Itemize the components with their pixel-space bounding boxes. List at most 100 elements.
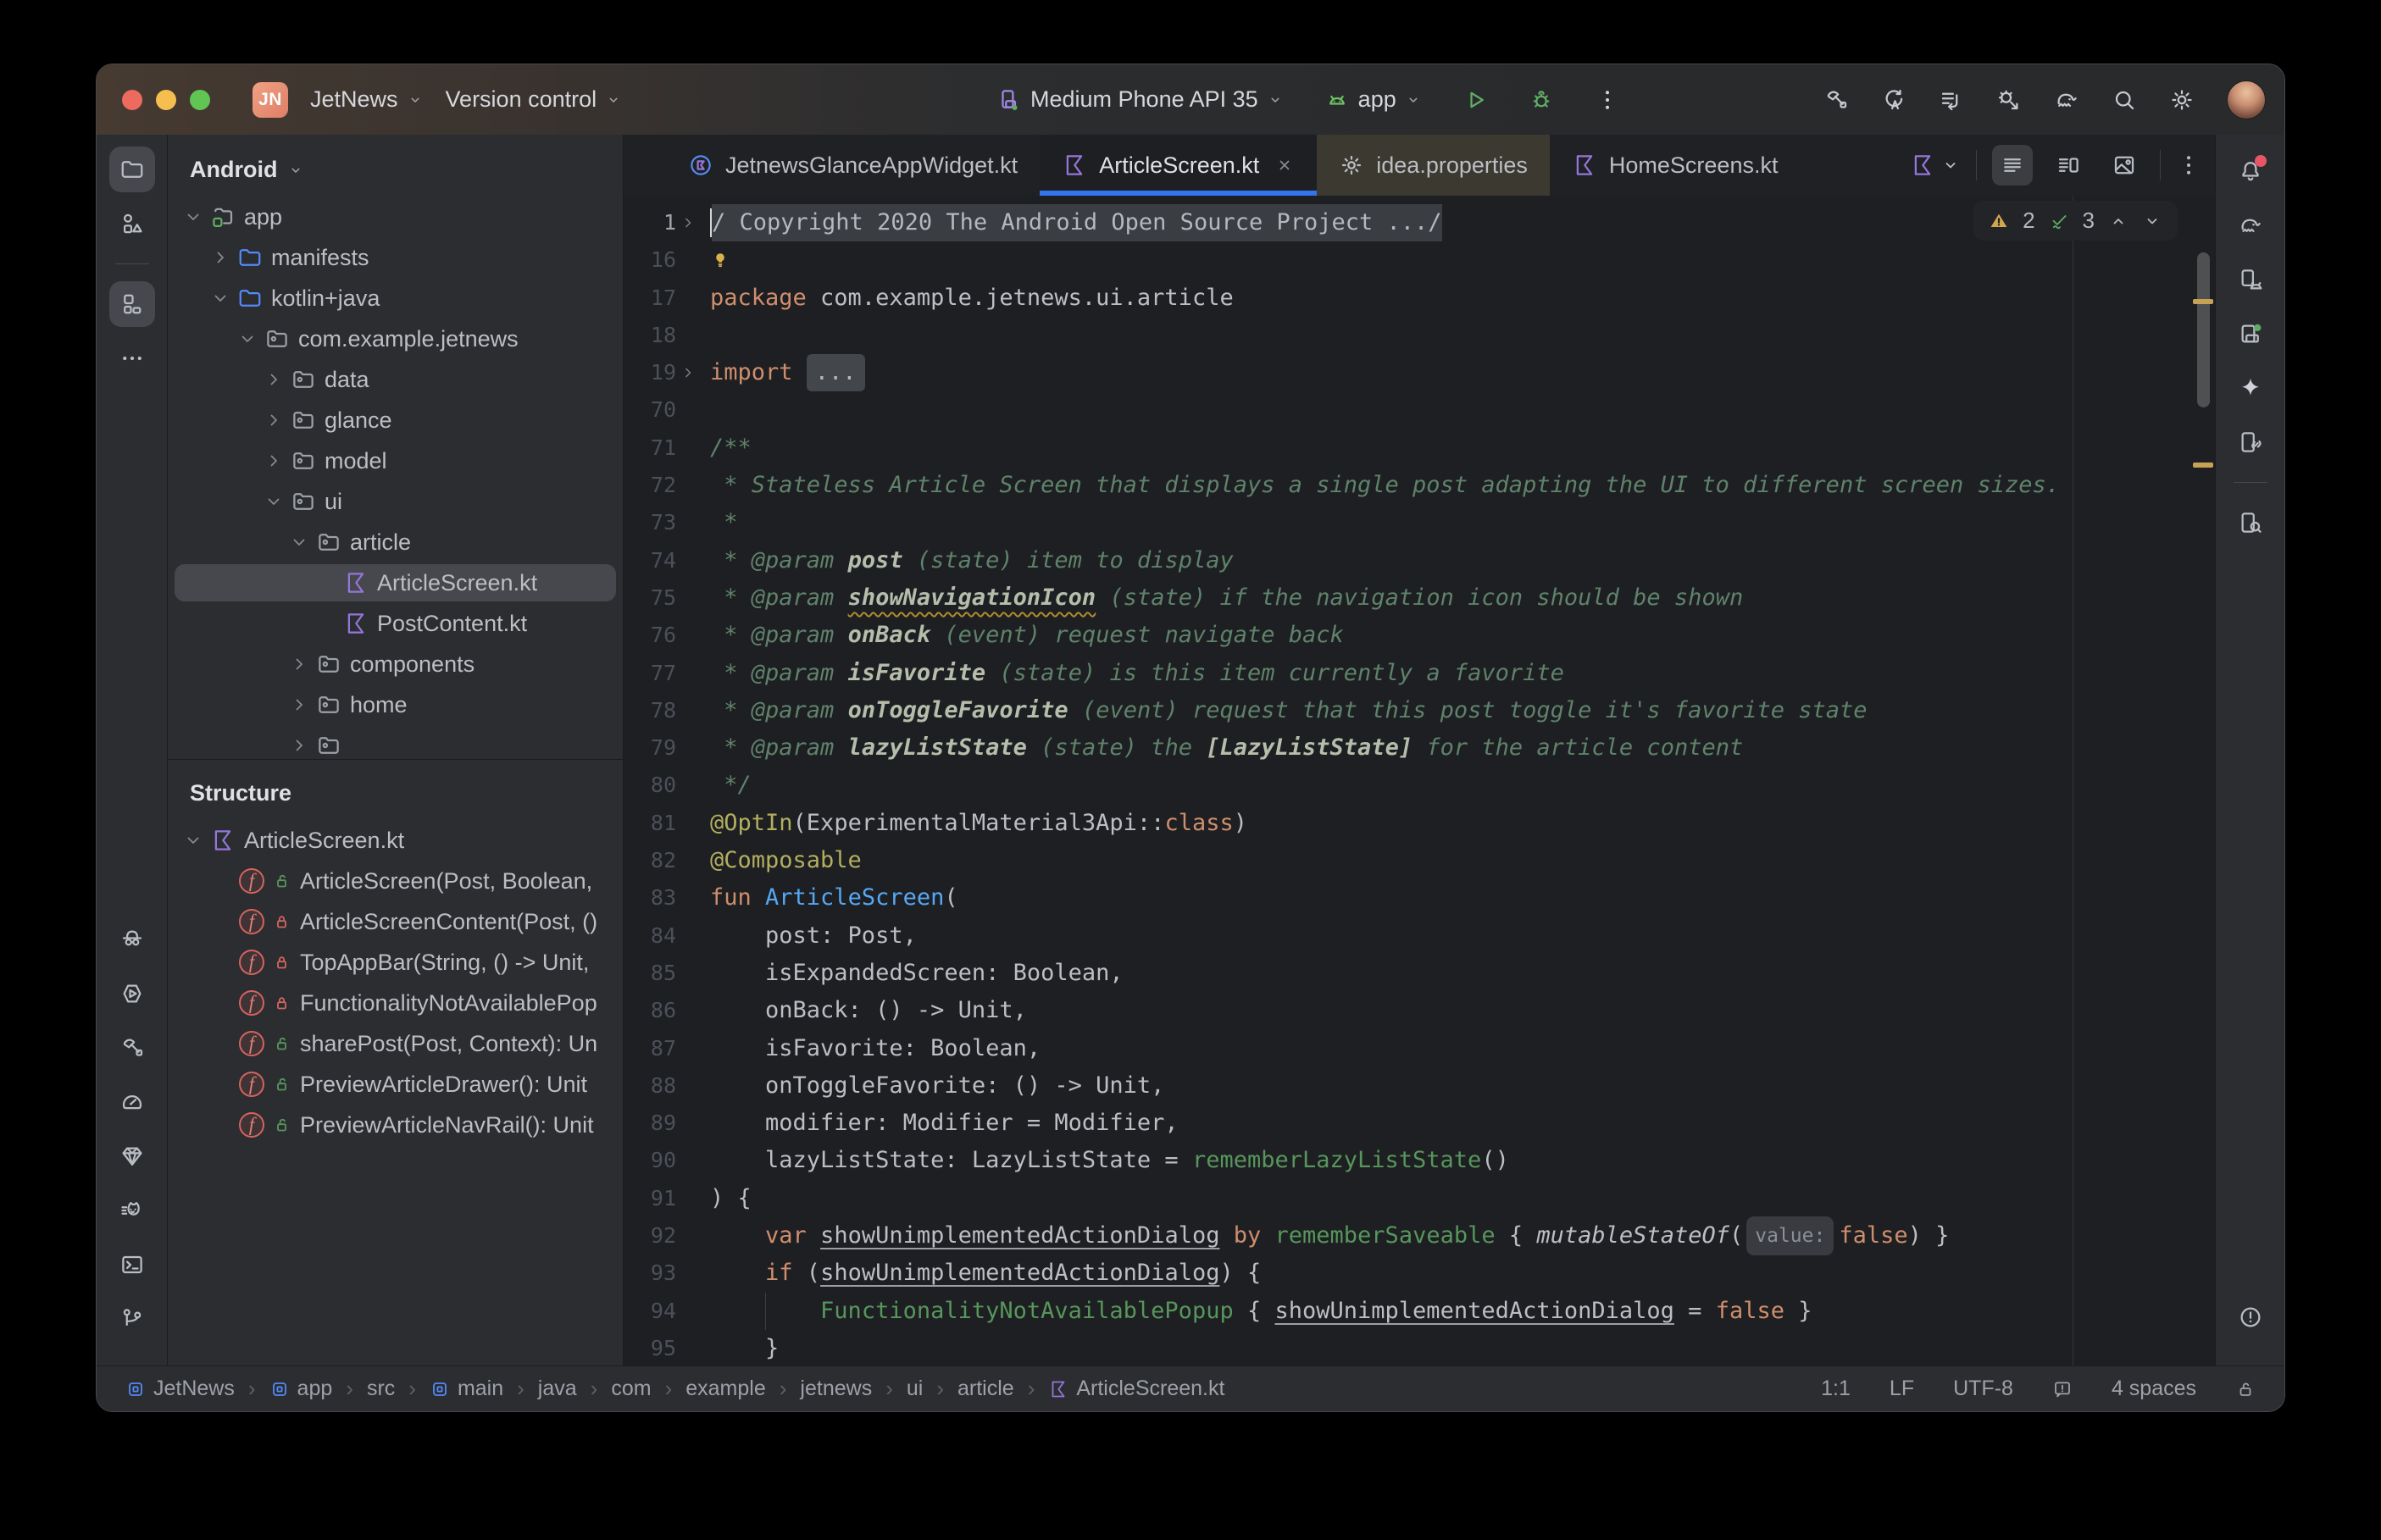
- structure-file-item[interactable]: ArticleScreen.kt: [168, 820, 623, 861]
- problems-tool-button[interactable]: [2228, 1294, 2273, 1340]
- code-view-button[interactable]: [1992, 145, 2033, 186]
- file-writable-icon[interactable]: [2235, 1379, 2256, 1399]
- editor-options-button[interactable]: [2176, 152, 2201, 178]
- project-tree-item-manifests[interactable]: manifests: [168, 237, 623, 278]
- code-line-93[interactable]: 93 if (showUnimplementedActionDialog) {: [624, 1255, 2215, 1292]
- editor-scrollbar[interactable]: [2197, 252, 2210, 407]
- warning-stripe-mark[interactable]: [2193, 299, 2213, 304]
- split-view-button[interactable]: [2048, 145, 2089, 186]
- project-tree-item-data[interactable]: data: [168, 359, 623, 400]
- code-line-78[interactable]: 78 * @param onToggleFavorite (event) req…: [624, 692, 2215, 729]
- run-tool-button[interactable]: [109, 971, 155, 1017]
- project-tree-item-home[interactable]: home: [168, 684, 623, 725]
- indent-widget[interactable]: 4 spaces: [2112, 1377, 2196, 1401]
- structure-item[interactable]: fPreviewArticleNavRail(): Unit: [168, 1105, 623, 1145]
- project-tree-item-model[interactable]: model: [168, 440, 623, 481]
- warning-stripe-mark[interactable]: [2193, 463, 2213, 468]
- profiler-tool-button[interactable]: [109, 1079, 155, 1125]
- breadcrumb-item-src[interactable]: src: [367, 1377, 395, 1401]
- breadcrumb-item-article[interactable]: article: [957, 1377, 1014, 1401]
- caret-position-widget[interactable]: 1:1: [1821, 1377, 1851, 1401]
- code-line-70[interactable]: 70: [624, 391, 2215, 429]
- search-everywhere-button[interactable]: [2112, 87, 2137, 113]
- breadcrumb-item-java[interactable]: java: [538, 1377, 577, 1401]
- code-line-72[interactable]: 72 * Stateless Article Screen that displ…: [624, 467, 2215, 504]
- build-tool-button[interactable]: [109, 1025, 155, 1071]
- breadcrumb-item-app[interactable]: app: [269, 1377, 333, 1401]
- version-control-menu[interactable]: Version control: [446, 86, 623, 113]
- device-manager-tool-button[interactable]: [2228, 257, 2273, 302]
- code-line-19[interactable]: 19import ...: [624, 354, 2215, 391]
- zoom-window-button[interactable]: [190, 90, 210, 110]
- code-line-17[interactable]: 17package com.example.jetnews.ui.article: [624, 280, 2215, 317]
- project-menu[interactable]: JetNews: [310, 86, 424, 113]
- code-line-16[interactable]: 16: [624, 241, 2215, 279]
- run-configuration-selector[interactable]: app: [1324, 86, 1422, 113]
- code-line-88[interactable]: 88 onToggleFavorite: () -> Unit,: [624, 1067, 2215, 1105]
- structure-item[interactable]: fArticleScreen(Post, Boolean,: [168, 861, 623, 901]
- code-line-83[interactable]: 83fun ArticleScreen(: [624, 879, 2215, 917]
- gradle-sync-button[interactable]: [2054, 87, 2079, 113]
- project-tree-item-com-example-jetnews[interactable]: com.example.jetnews: [168, 319, 623, 359]
- next-problem-button[interactable]: [2142, 211, 2162, 231]
- project-tree-item-kotlin-java[interactable]: kotlin+java: [168, 278, 623, 319]
- resource-manager-tool-button[interactable]: [109, 201, 155, 247]
- project-tool-button[interactable]: [109, 147, 155, 192]
- breadcrumb-item-jetnews[interactable]: JetNews: [125, 1377, 235, 1401]
- code-line-18[interactable]: 18: [624, 317, 2215, 354]
- app-inspection-tool-button[interactable]: [109, 917, 155, 962]
- code-line-74[interactable]: 74 * @param post (state) item to display: [624, 542, 2215, 579]
- run-button[interactable]: [1462, 87, 1488, 113]
- code-line-77[interactable]: 77 * @param isFavorite (state) is this i…: [624, 655, 2215, 692]
- project-tree-item-app[interactable]: app: [168, 197, 623, 237]
- code-line-84[interactable]: 84 post: Post,: [624, 917, 2215, 955]
- user-avatar[interactable]: [2227, 80, 2266, 119]
- debug-button[interactable]: [1529, 87, 1554, 113]
- breadcrumb-item-example[interactable]: example: [685, 1377, 766, 1401]
- project-tree-item-postcontent-kt[interactable]: PostContent.kt: [168, 603, 623, 644]
- code-line-75[interactable]: 75 * @param showNavigationIcon (state) i…: [624, 579, 2215, 617]
- device-mirroring-tool-button[interactable]: [2228, 419, 2273, 465]
- project-view-selector[interactable]: Android: [168, 135, 623, 197]
- settings-button[interactable]: [2169, 87, 2195, 113]
- app-quality-insights-tool-button[interactable]: [109, 1133, 155, 1179]
- project-tree-item-article[interactable]: article: [168, 522, 623, 562]
- intention-bulb-icon[interactable]: [710, 250, 730, 270]
- project-tree-item[interactable]: [168, 725, 623, 759]
- code-line-81[interactable]: 81@OptIn(ExperimentalMaterial3Api::class…: [624, 805, 2215, 842]
- code-line-91[interactable]: 91) {: [624, 1180, 2215, 1217]
- code-line-89[interactable]: 89 modifier: Modifier = Modifier,: [624, 1105, 2215, 1142]
- gradle-tool-button[interactable]: [2228, 202, 2273, 248]
- project-tree-item-components[interactable]: components: [168, 644, 623, 684]
- code-line-71[interactable]: 71/**: [624, 429, 2215, 467]
- hidden-tabs-dropdown[interactable]: [1910, 152, 1961, 178]
- code-line-80[interactable]: 80 */: [624, 767, 2215, 804]
- more-tool-windows-button[interactable]: [109, 335, 155, 381]
- structure-item[interactable]: fPreviewArticleDrawer(): Unit: [168, 1064, 623, 1105]
- tab-articlescreen-kt[interactable]: ArticleScreen.kt: [1040, 135, 1317, 196]
- project-tree-item-glance[interactable]: glance: [168, 400, 623, 440]
- structure-item[interactable]: fTopAppBar(String, () -> Unit,: [168, 942, 623, 983]
- build-button[interactable]: [1823, 87, 1849, 113]
- logcat-tool-button[interactable]: [109, 1188, 155, 1233]
- structure-item[interactable]: fArticleScreenContent(Post, (): [168, 901, 623, 942]
- encoding-widget[interactable]: UTF-8: [1953, 1377, 2013, 1401]
- code-line-85[interactable]: 85 isExpandedScreen: Boolean,: [624, 955, 2215, 992]
- previous-problem-button[interactable]: [2108, 211, 2128, 231]
- inspections-widget[interactable]: 2 3: [1973, 201, 2178, 241]
- tab-jetnewsglanceappwidget-kt[interactable]: JetnewsGlanceAppWidget.kt: [666, 135, 1040, 196]
- code-line-90[interactable]: 90 lazyListState: LazyListState = rememb…: [624, 1142, 2215, 1179]
- sync-project-button[interactable]: [1881, 87, 1906, 113]
- breadcrumb-item-jetnews[interactable]: jetnews: [800, 1377, 872, 1401]
- notifications-button[interactable]: [2228, 148, 2273, 194]
- close-tab-button[interactable]: [1274, 155, 1295, 175]
- code-line-73[interactable]: 73 *: [624, 504, 2215, 541]
- breadcrumb-item-articlescreen-kt[interactable]: ArticleScreen.kt: [1048, 1377, 1224, 1401]
- code-line-94[interactable]: 94 FunctionalityNotAvailablePopup { show…: [624, 1293, 2215, 1330]
- code-line-76[interactable]: 76 * @param onBack (event) request navig…: [624, 617, 2215, 654]
- line-separator-widget[interactable]: LF: [1890, 1377, 1914, 1401]
- apply-changes-button[interactable]: [1939, 87, 1964, 113]
- project-tree-item-ui[interactable]: ui: [168, 481, 623, 522]
- code-line-92[interactable]: 92 var showUnimplementedActionDialog by …: [624, 1217, 2215, 1255]
- project-tree-item-articlescreen-kt[interactable]: ArticleScreen.kt: [168, 562, 623, 603]
